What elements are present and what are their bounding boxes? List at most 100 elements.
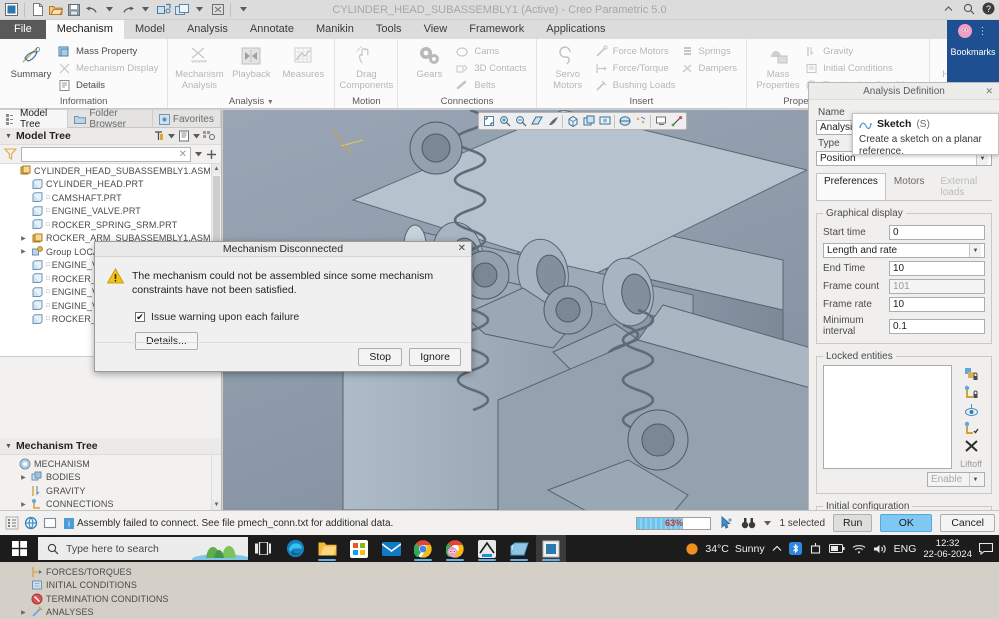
battery-icon[interactable] [829, 544, 845, 553]
creo-folder-icon[interactable] [504, 535, 534, 562]
model-tree-row[interactable]: CYLINDER_HEAD_SUBASSEMBLY1.ASM [0, 164, 221, 178]
mechanism-tree-scrollbar[interactable]: ▼ [211, 455, 221, 510]
3d-contacts-button[interactable]: 3D Contacts [455, 60, 530, 77]
undo-dropdown-icon[interactable] [101, 1, 118, 18]
tree-filters-dropdown-icon[interactable] [168, 134, 175, 139]
creo-parametric-icon[interactable] [536, 535, 566, 562]
frame-count-input[interactable]: 101 [889, 279, 985, 294]
mechanism-tree-row[interactable]: TERMINATION CONDITIONS [0, 592, 221, 606]
ok-button[interactable]: OK [880, 514, 932, 532]
search-input[interactable]: ✕ [21, 147, 191, 162]
customize-qat-icon[interactable] [235, 1, 252, 18]
tab-mechanism[interactable]: Mechanism [46, 20, 124, 39]
bushing-loads-button[interactable]: Bushing Loads [594, 77, 680, 94]
safely-remove-icon[interactable] [809, 542, 822, 555]
mail-icon[interactable] [376, 535, 406, 562]
nav-tab-model-tree[interactable]: Model Tree [0, 110, 68, 128]
servo-motors-button[interactable]: Servo Motors [542, 41, 594, 91]
dialog-close-button[interactable]: ✕ [458, 243, 466, 254]
mechanism-tree-row[interactable]: FORCES/TORQUES [0, 565, 221, 579]
save-icon[interactable] [65, 1, 82, 18]
scroll-down-arrow[interactable]: ▼ [212, 500, 221, 510]
close-window-icon[interactable] [209, 1, 226, 18]
expand-arrow-icon[interactable]: ▶ [19, 501, 28, 508]
tab-manikin[interactable]: Manikin [305, 20, 365, 39]
edge-icon[interactable] [280, 535, 310, 562]
nav-tab-folder-browser[interactable]: Folder Browser [68, 110, 153, 128]
issue-warning-checkbox[interactable]: ✔ [135, 312, 145, 322]
tab-framework[interactable]: Framework [458, 20, 535, 39]
cams-button[interactable]: Cams [455, 43, 530, 60]
tab-model[interactable]: Model [124, 20, 176, 39]
model-tree-row[interactable]: □ENGINE_VALVE.PRT [0, 205, 221, 219]
model-tree-collapse-icon[interactable]: ▼ [5, 133, 12, 140]
windows-start-icon[interactable] [0, 541, 38, 556]
creo-app-icon[interactable] [3, 1, 20, 18]
global-icon[interactable] [23, 515, 39, 531]
analysis-dropdown-icon[interactable]: ▼ [267, 99, 274, 106]
duration-mode-select[interactable]: Length and rate ▼ [823, 243, 985, 258]
undo-icon[interactable] [83, 1, 100, 18]
playback-button[interactable]: Playback [225, 41, 277, 80]
collapse-ribbon-button[interactable] [944, 6, 957, 12]
spin-center-icon[interactable] [669, 114, 684, 129]
tree-settings-icon[interactable] [203, 130, 216, 142]
force-torque-button[interactable]: Force/Torque [594, 60, 680, 77]
tree-columns-icon[interactable] [178, 130, 190, 142]
zoom-out-icon[interactable] [513, 114, 528, 129]
model-tree-row[interactable]: CYLINDER_HEAD.PRT [0, 178, 221, 192]
search-button[interactable] [963, 3, 976, 15]
mechanism-tree-row[interactable]: GRAVITY [0, 484, 221, 498]
redo-icon[interactable] [119, 1, 136, 18]
datum-display-icon[interactable] [633, 114, 648, 129]
belts-button[interactable]: Belts [455, 77, 530, 94]
tree-filters-icon[interactable] [153, 130, 165, 142]
help-button[interactable]: ? [982, 2, 995, 15]
view-manager-icon[interactable] [581, 114, 596, 129]
frame-rate-input[interactable]: 10 [889, 297, 985, 312]
mass-properties-button[interactable]: Mass Properties [752, 41, 804, 91]
start-time-input[interactable]: 0 [889, 225, 985, 240]
filter-dropdown-icon[interactable] [195, 152, 202, 157]
delete-lock-icon[interactable] [964, 439, 979, 453]
bookmarks-menu-icon[interactable]: ⋮ [978, 26, 989, 37]
wifi-icon[interactable] [852, 543, 866, 554]
nav-tab-favorites[interactable]: Favorites [153, 110, 221, 128]
expand-arrow-icon[interactable]: ▶ [19, 235, 28, 242]
expand-arrow-icon[interactable]: ▶ [19, 248, 28, 255]
perspective-icon[interactable] [617, 114, 632, 129]
zoom-in-icon[interactable] [497, 114, 512, 129]
mechanism-tree-row[interactable]: ▶BODIES [0, 471, 221, 485]
tab-analysis[interactable]: Analysis [176, 20, 239, 39]
mechanism-tree-row[interactable]: INITIAL CONDITIONS [0, 579, 221, 593]
tab-applications[interactable]: Applications [535, 20, 616, 39]
tab-external-loads[interactable]: External loads [932, 173, 992, 200]
liftoff-enable-select[interactable]: Enable ▼ [927, 472, 985, 487]
expand-arrow-icon[interactable]: ▶ [19, 474, 28, 481]
notification-center-icon[interactable] [979, 543, 993, 555]
mechanism-analysis-button[interactable]: Mechanism Analysis [173, 41, 225, 91]
binoculars-icon[interactable] [741, 517, 756, 529]
task-view-icon[interactable] [248, 542, 278, 555]
mechanism-tree-row[interactable]: ▶CONNECTIONS [0, 498, 221, 512]
microsoft-store-icon[interactable] [344, 535, 374, 562]
scroll-up-arrow[interactable]: ▲ [212, 164, 221, 174]
dampers-button[interactable]: Dampers [680, 60, 742, 77]
mechanism-tree-row[interactable]: MECHANISM [0, 457, 221, 471]
drag-components-button[interactable]: Drag Components [340, 41, 392, 91]
regenerate-icon[interactable] [155, 1, 172, 18]
add-filter-icon[interactable] [206, 149, 217, 160]
clear-search-icon[interactable]: ✕ [179, 149, 187, 160]
mechanism-disconnected-dialog[interactable]: Mechanism Disconnected ✕ The mechanism c… [94, 241, 472, 372]
show-hidden-icons-icon[interactable] [772, 545, 782, 552]
issue-warning-checkbox-row[interactable]: ✔ Issue warning upon each failure [135, 311, 459, 323]
end-time-input[interactable]: 10 [889, 261, 985, 276]
gears-button[interactable]: Gears [403, 41, 455, 80]
window-switch-dropdown-icon[interactable] [191, 1, 208, 18]
mechanism-tree-header[interactable]: ▼ Mechanism Tree [0, 438, 221, 455]
bookmarks-widget[interactable]: ⋮ Bookmarks [947, 20, 999, 82]
saved-orientations-icon[interactable] [565, 114, 580, 129]
selection-filter-icon[interactable] [4, 515, 20, 531]
mechanism-tree-collapse-icon[interactable]: ▼ [5, 443, 12, 450]
window-switch-icon[interactable] [173, 1, 190, 18]
